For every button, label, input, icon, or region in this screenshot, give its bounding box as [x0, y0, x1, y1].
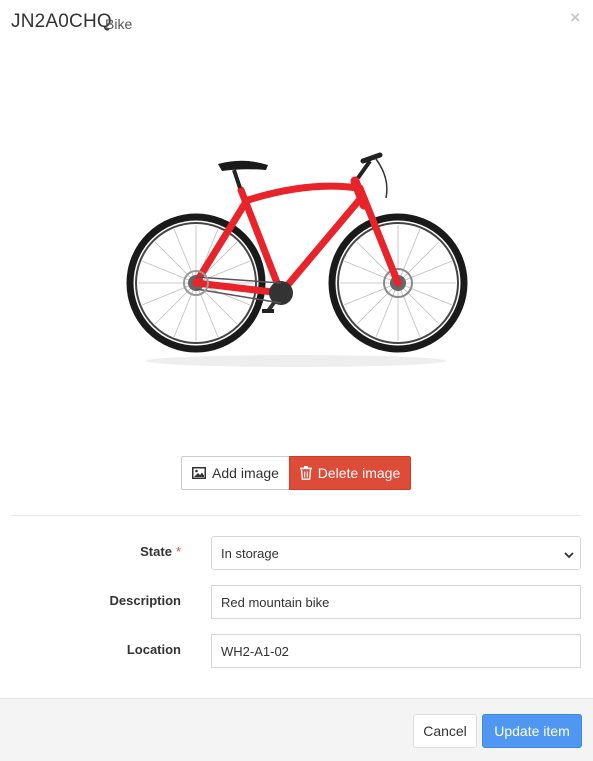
item-type: Bike [105, 16, 133, 32]
add-image-label: Add image [212, 465, 279, 481]
image-icon [192, 467, 207, 479]
close-icon[interactable]: × [570, 9, 580, 26]
state-label: State * [140, 544, 181, 559]
state-select[interactable]: In storage [211, 536, 581, 570]
edit-item-modal: JN2A0CHQ Bike × Add image Delete image S… [0, 0, 593, 761]
state-row: State * In storage [0, 536, 593, 570]
delete-image-label: Delete image [317, 465, 401, 481]
image-button-group: Add image Delete image [181, 456, 411, 490]
location-label: Location [126, 642, 181, 657]
chevron-down-icon [564, 548, 574, 563]
description-input[interactable]: Red mountain bike [211, 585, 581, 619]
description-row: Description Red mountain bike [0, 585, 593, 619]
cancel-button[interactable]: Cancel [413, 714, 477, 748]
form-divider [11, 515, 581, 516]
modal-header: JN2A0CHQ Bike × [0, 0, 593, 48]
location-input[interactable]: WH2-A1-02 [211, 634, 581, 668]
item-image-area [0, 48, 593, 448]
bike-image [126, 152, 468, 367]
required-marker: * [175, 544, 181, 559]
location-row: Location WH2-A1-02 [0, 634, 593, 668]
description-label: Description [109, 593, 181, 608]
trash-icon [299, 466, 312, 480]
state-select-value: In storage [221, 545, 279, 561]
modal-footer: Cancel Update item [0, 699, 593, 761]
add-image-button[interactable]: Add image [181, 456, 289, 490]
delete-image-button[interactable]: Delete image [289, 456, 411, 490]
item-code: JN2A0CHQ [11, 11, 112, 32]
state-label-text: State [140, 544, 172, 559]
update-item-button[interactable]: Update item [482, 714, 582, 748]
